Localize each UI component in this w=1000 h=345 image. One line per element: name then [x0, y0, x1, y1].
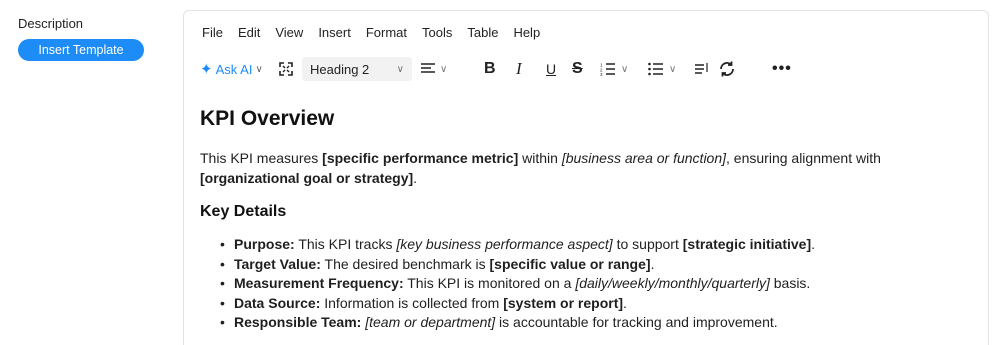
- list-item: Measurement Frequency: This KPI is monit…: [220, 274, 970, 294]
- block-format-select[interactable]: Heading 2 ∨: [302, 57, 412, 81]
- sparkle-icon: ✦: [200, 61, 213, 78]
- intro-bold: [organizational goal or strategy]: [200, 170, 414, 186]
- item-text: Information is collected from: [320, 294, 504, 311]
- list-item: Data Source: Information is collected fr…: [220, 294, 970, 314]
- menu-format[interactable]: Format: [366, 25, 407, 40]
- item-text: is accountable for tracking and improvem…: [495, 314, 778, 330]
- chevron-down-icon: ∨: [669, 63, 677, 75]
- item-text: This KPI tracks: [294, 236, 397, 252]
- bullet-list-icon: [648, 62, 663, 76]
- menu-bar: File Edit View Insert Format Tools Table…: [202, 25, 555, 40]
- list-item: Purpose: This KPI tracks [key business p…: [220, 235, 970, 255]
- ask-ai-label: Ask AI: [215, 61, 253, 77]
- menu-file[interactable]: File: [202, 25, 223, 40]
- numbered-list-button[interactable]: 1 2 3 ∨: [600, 57, 628, 81]
- fullscreen-button[interactable]: [278, 57, 294, 81]
- intro-text: .: [413, 170, 418, 186]
- key-details-heading: Key Details: [200, 203, 287, 220]
- numbered-list-icon: 1 2 3: [600, 63, 615, 76]
- line-height-icon: [695, 63, 708, 74]
- item-label: Responsible Team:: [234, 314, 362, 330]
- intro-text: , ensuring alignment with: [726, 150, 881, 166]
- chevron-down-icon: ∨: [621, 63, 629, 75]
- menu-edit[interactable]: Edit: [238, 25, 260, 40]
- intro-bold: [specific performance metric]: [322, 150, 519, 166]
- item-label: Measurement Frequency:: [234, 275, 404, 291]
- description-label: Description: [18, 16, 84, 31]
- intro-paragraph: This KPI measures [specific performance …: [200, 148, 970, 188]
- italic-button[interactable]: I: [516, 57, 522, 81]
- item-bold: [strategic initiative]: [682, 236, 812, 252]
- item-italic: [key business performance aspect]: [396, 236, 613, 252]
- menu-view[interactable]: View: [275, 25, 303, 40]
- item-bold: [specific value or range]: [489, 255, 651, 272]
- item-text: .: [623, 294, 627, 311]
- details-list: Purpose: This KPI tracks [key business p…: [220, 235, 970, 333]
- svg-text:3: 3: [600, 72, 603, 76]
- line-height-button[interactable]: [694, 57, 710, 81]
- intro-text: This KPI measures: [200, 150, 323, 166]
- item-italic: [team or department]: [365, 314, 496, 330]
- document-title: KPI Overview: [200, 107, 335, 130]
- item-text: basis.: [769, 275, 811, 291]
- description-panel: Description Insert Template: [18, 16, 148, 61]
- item-label: Purpose:: [234, 236, 295, 252]
- toolbar: ✦ Ask AI ∨ Heading 2 ∨ ∨ B I U S 1 2 3 ∨…: [198, 57, 978, 81]
- bold-button[interactable]: B: [484, 57, 496, 81]
- ask-ai-button[interactable]: ✦ Ask AI ∨: [200, 57, 263, 81]
- fullscreen-icon: [279, 62, 293, 76]
- item-label: Data Source:: [234, 294, 321, 311]
- underline-button[interactable]: U: [546, 57, 556, 81]
- item-text: to support: [612, 236, 683, 252]
- intro-italic: [business area or function]: [561, 150, 727, 166]
- menu-table[interactable]: Table: [467, 25, 498, 40]
- item-text: .: [650, 255, 655, 272]
- strikethrough-button[interactable]: S: [572, 57, 583, 81]
- menu-help[interactable]: Help: [513, 25, 540, 40]
- document-body[interactable]: KPI Overview This KPI measures [specific…: [200, 107, 970, 333]
- item-text: The desired benchmark is: [320, 255, 490, 272]
- rich-text-editor: File Edit View Insert Format Tools Table…: [183, 10, 989, 345]
- chevron-down-icon: ∨: [255, 63, 263, 75]
- refresh-button[interactable]: [718, 57, 736, 81]
- menu-insert[interactable]: Insert: [318, 25, 351, 40]
- bullet-list-button[interactable]: ∨: [648, 57, 676, 81]
- chevron-down-icon: ∨: [396, 63, 404, 75]
- chevron-down-icon: ∨: [440, 63, 448, 75]
- item-bold: [system or report]: [503, 294, 624, 311]
- list-item: Responsible Team: [team or department] i…: [220, 313, 970, 333]
- refresh-icon: [720, 61, 734, 77]
- insert-template-button[interactable]: Insert Template: [18, 39, 144, 61]
- item-text: .: [811, 236, 816, 252]
- intro-text: within: [518, 150, 562, 166]
- menu-tools[interactable]: Tools: [422, 25, 452, 40]
- item-italic: [daily/weekly/monthly/quarterly]: [575, 275, 770, 291]
- more-options-button[interactable]: •••: [772, 57, 792, 81]
- list-item: Target Value: The desired benchmark is […: [220, 255, 970, 275]
- align-left-icon: [421, 63, 435, 73]
- item-label: Target Value:: [234, 255, 321, 272]
- align-button[interactable]: ∨: [420, 57, 447, 81]
- block-format-value: Heading 2: [310, 61, 370, 77]
- item-text: This KPI is monitored on a: [403, 275, 576, 291]
